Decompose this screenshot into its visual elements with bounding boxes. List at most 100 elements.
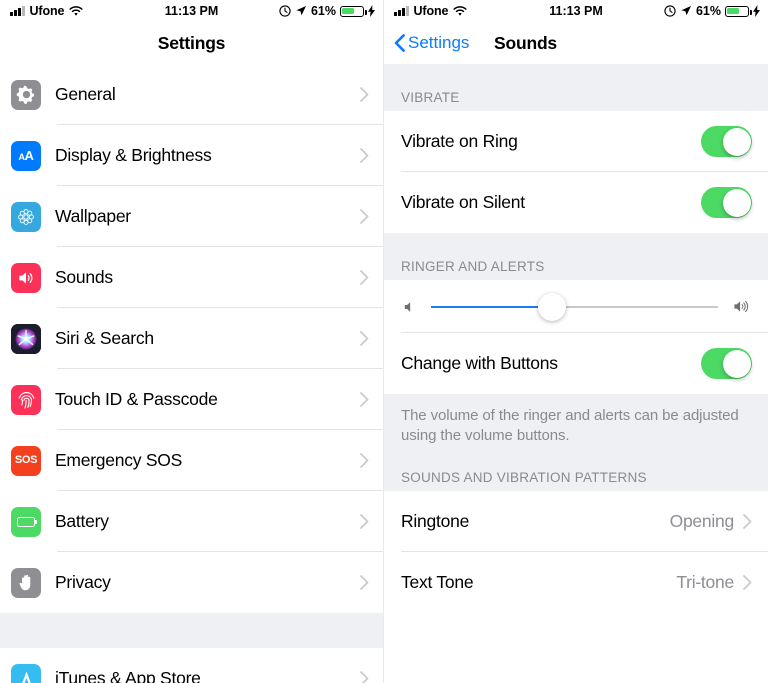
battery-icon (725, 5, 752, 17)
toggle-knob (722, 127, 751, 156)
sidebar-item-siri-search[interactable]: Siri & Search (0, 308, 383, 369)
sos-glyph: SOS (14, 454, 38, 466)
siri-icon (11, 323, 41, 354)
sidebar-item-sounds[interactable]: Sounds (0, 247, 383, 308)
chevron-right-icon (360, 575, 369, 590)
sidebar-item-label: Privacy (55, 572, 111, 592)
gear-icon (11, 79, 41, 110)
flower-icon (11, 201, 41, 232)
sidebar-item-label: Sounds (55, 267, 113, 287)
sidebar-item-label: Siri & Search (55, 328, 154, 348)
carrier-name: Ufone (413, 4, 449, 18)
slider-knob[interactable] (537, 292, 566, 321)
sidebar-item-privacy[interactable]: Privacy (0, 552, 383, 613)
sidebar-item-label: Emergency SOS (55, 450, 183, 470)
section-header-ringer-and-alerts: RINGER AND ALERTS (384, 233, 768, 280)
back-button[interactable]: Settings (394, 33, 469, 53)
carrier-name: Ufone (29, 4, 65, 18)
sidebar-item-label: General (55, 84, 116, 104)
row-label: Vibrate on Ring (401, 131, 518, 151)
alarm-clock-icon (279, 5, 291, 17)
sidebar-item-label: iTunes & App Store (55, 668, 201, 683)
chevron-left-icon (394, 34, 405, 52)
battery-icon (11, 506, 41, 537)
status-bar-left: Ufone 11:13 PM 61% (0, 0, 383, 22)
sounds-screen: Ufone 11:13 PM 61% Settings Sounds VIBRA… (384, 0, 768, 683)
back-button-label: Settings (408, 33, 470, 52)
wifi-icon (69, 5, 83, 16)
chevron-right-icon (360, 270, 369, 285)
change-with-buttons-toggle[interactable] (701, 348, 752, 379)
row-label: Vibrate on Silent (401, 192, 525, 212)
row-change-with-buttons[interactable]: Change with Buttons (384, 333, 768, 394)
location-arrow-icon (681, 6, 691, 16)
sidebar-item-label: Wallpaper (55, 206, 131, 226)
app-store-icon (11, 663, 41, 683)
cellular-signal-icon (394, 6, 409, 16)
sidebar-item-label: Touch ID & Passcode (55, 389, 218, 409)
ringtone-value: Opening (669, 510, 735, 531)
lightning-bolt-icon (753, 5, 760, 17)
settings-group-primary: General AA Display & Brightness Wallpape… (0, 64, 383, 613)
status-bar-left-group: Ufone (10, 4, 193, 18)
chevron-right-icon (360, 87, 369, 102)
ringer-volume-slider[interactable] (431, 292, 718, 321)
toggle-knob (722, 188, 751, 217)
chevron-right-icon (360, 514, 369, 529)
ringer-footnote: The volume of the ringer and alerts can … (384, 394, 768, 446)
battery-icon (340, 5, 367, 17)
lightning-bolt-icon (368, 5, 375, 17)
alarm-clock-icon (664, 5, 676, 17)
status-bar-right-group: 61% (193, 4, 375, 18)
row-vibrate-on-silent[interactable]: Vibrate on Silent (384, 172, 768, 233)
navigation-bar-right: Settings Sounds (384, 22, 768, 64)
sidebar-item-battery[interactable]: Battery (0, 491, 383, 552)
cellular-signal-icon (10, 6, 25, 16)
sidebar-item-itunes-app-store[interactable]: iTunes & App Store (0, 648, 383, 683)
navigation-bar-left: Settings (0, 22, 383, 64)
slider-fill (431, 305, 552, 308)
section-vibrate: Vibrate on Ring Vibrate on Silent (384, 111, 768, 233)
row-label: Text Tone (401, 571, 474, 592)
sidebar-item-emergency-sos[interactable]: SOS Emergency SOS (0, 430, 383, 491)
page-title: Settings (157, 32, 226, 53)
sidebar-item-touch-id-passcode[interactable]: Touch ID & Passcode (0, 369, 383, 430)
section-header-sounds-and-vibration-patterns: SOUNDS AND VIBRATION PATTERNS (384, 445, 768, 491)
sidebar-item-general[interactable]: General (0, 64, 383, 125)
battery-glyph (17, 516, 38, 527)
sidebar-item-wallpaper[interactable]: Wallpaper (0, 186, 383, 247)
chevron-right-icon (360, 148, 369, 163)
chevron-right-icon (360, 671, 369, 683)
section-sounds-and-vibration-patterns: Ringtone Opening Text Tone Tri-tone (384, 490, 768, 613)
row-label: Change with Buttons (401, 353, 558, 373)
section-ringer-and-alerts: Change with Buttons (384, 280, 768, 394)
text-tone-value: Tri-tone (676, 571, 734, 592)
toggle-knob (722, 349, 751, 378)
chevron-right-icon (360, 209, 369, 224)
battery-percent: 61% (310, 4, 336, 18)
sos-icon: SOS (11, 445, 41, 476)
speaker-low-icon (404, 301, 411, 312)
hand-icon (11, 567, 41, 598)
battery-percent: 61% (695, 4, 721, 18)
status-bar-right-group: 61% (577, 4, 760, 18)
chevron-right-icon (360, 392, 369, 407)
location-arrow-icon (296, 6, 306, 16)
row-ringtone[interactable]: Ringtone Opening (384, 490, 768, 552)
section-header-vibrate: VIBRATE (384, 64, 768, 111)
speaker-icon (11, 262, 41, 293)
sidebar-item-display-brightness[interactable]: AA Display & Brightness (0, 125, 383, 186)
chevron-right-icon (743, 513, 752, 529)
text-size-icon: AA (11, 140, 41, 171)
settings-group-secondary: iTunes & App Store (0, 648, 383, 683)
fingerprint-icon (11, 384, 41, 415)
vibrate-on-ring-toggle[interactable] (701, 126, 752, 157)
group-gap (0, 613, 383, 648)
vibrate-on-silent-toggle[interactable] (701, 187, 752, 218)
row-vibrate-on-ring[interactable]: Vibrate on Ring (384, 111, 768, 172)
page-title: Sounds (494, 32, 557, 53)
chevron-right-icon (360, 331, 369, 346)
status-bar-right: Ufone 11:13 PM 61% (384, 0, 768, 22)
row-text-tone[interactable]: Text Tone Tri-tone (384, 551, 768, 613)
settings-screen: Ufone 11:13 PM 61% Settings General AA D… (0, 0, 384, 683)
